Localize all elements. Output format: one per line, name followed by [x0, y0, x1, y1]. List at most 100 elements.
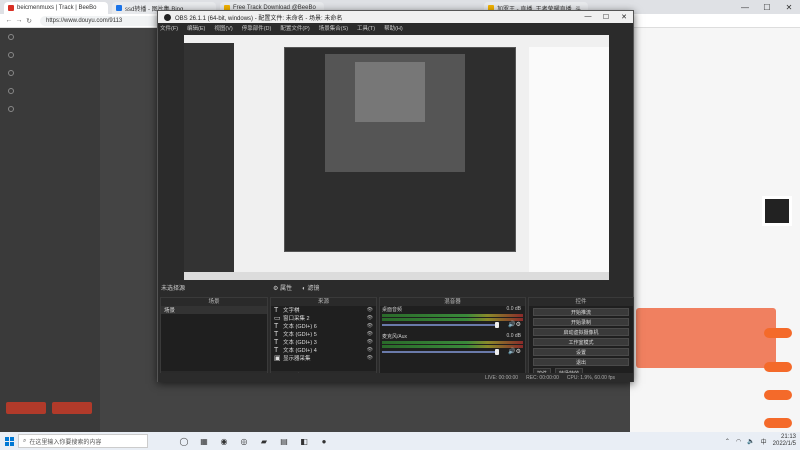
chat-action-button[interactable]	[764, 362, 792, 372]
close-icon[interactable]: ✕	[778, 0, 800, 14]
controls-panel: 控件 开始推流 开始录制 启动虚拟摄像机 工作室模式 设置 退出 控件 转场特效	[528, 297, 634, 382]
filters-button[interactable]: ◐ 滤镜	[302, 283, 319, 292]
reload-icon[interactable]: ↻	[24, 17, 34, 25]
minimize-icon[interactable]: —	[734, 0, 756, 14]
visibility-icon[interactable]: 👁	[367, 347, 373, 353]
tab-label: beicmenmuxs | Track | BeeBo	[17, 5, 97, 11]
store-icon[interactable]: ▤	[278, 435, 290, 447]
rec-status: REC: 00:00:00	[526, 374, 559, 381]
douyu-sidebar	[0, 28, 100, 432]
mixer-header: 混音器	[380, 298, 525, 306]
speaker-icon[interactable]: 🔊⚙	[508, 348, 521, 355]
menu-view[interactable]: 视图(V)	[214, 24, 232, 32]
source-item[interactable]: T 文本 (GDI+) 5 👁	[271, 330, 376, 339]
windows-logo-icon	[4, 436, 14, 446]
taskbar-clock[interactable]: 21:13 2022/1/5	[773, 434, 796, 448]
obs-preview[interactable]	[184, 35, 609, 280]
properties-button[interactable]: ⚙ 属性	[273, 283, 292, 292]
ime-icon[interactable]: 中	[761, 437, 767, 446]
menu-edit[interactable]: 编辑(E)	[187, 24, 205, 32]
start-button[interactable]	[0, 432, 18, 450]
chat-action-button[interactable]	[764, 418, 792, 428]
obs-window-controls: — ☐ ✕	[579, 13, 633, 21]
taskbar-search-input[interactable]: ⌕ 在这里输入你要搜索的内容	[18, 434, 148, 448]
source-item[interactable]: T 文本 (GDI+) 6 👁	[271, 322, 376, 331]
source-item[interactable]: T 文字棋 👁	[271, 306, 376, 315]
sidebar-item[interactable]	[0, 64, 100, 82]
audio-level-meter	[382, 318, 523, 321]
monitor-source-icon: ▣	[274, 355, 281, 362]
menu-profile[interactable]: 配置文件(P)	[280, 24, 309, 32]
chat-action-button[interactable]	[764, 328, 792, 338]
speaker-icon[interactable]: 🔊⚙	[508, 321, 521, 328]
clock-date: 2022/1/5	[772, 441, 796, 447]
visibility-icon[interactable]: 👁	[367, 315, 373, 321]
visibility-icon[interactable]: 👁	[367, 323, 373, 329]
source-item[interactable]: T 文本 (GDI+) 4 👁	[271, 346, 376, 355]
preview-nested-preview-inner	[355, 62, 425, 122]
tray-chevron-icon[interactable]: ⌃	[725, 438, 730, 445]
source-item[interactable]: ▣ 显示器采集 👁	[271, 354, 376, 362]
menu-help[interactable]: 帮助(H)	[384, 24, 403, 32]
scenes-panel: 场景 场景 + − ⌃ ⌄	[160, 297, 268, 382]
volume-icon[interactable]: 🔈	[747, 438, 754, 445]
obs-titlebar: OBS 26.1.1 (64-bit, windows) - 配置文件: 未命名…	[158, 11, 633, 23]
folder-icon[interactable]: ▰	[258, 435, 270, 447]
browser-tab[interactable]: beicmenmuxs | Track | BeeBo	[4, 2, 108, 14]
obs-title: OBS 26.1.1 (64-bit, windows) - 配置文件: 未命名…	[175, 15, 343, 22]
audio-level-meter	[382, 314, 523, 317]
minimize-icon[interactable]: —	[579, 13, 597, 21]
search-icon: ⌕	[23, 437, 27, 444]
start-recording-button[interactable]: 开始录制	[533, 318, 629, 326]
menu-file[interactable]: 文件(F)	[160, 24, 178, 32]
nav-dot-icon	[8, 70, 14, 76]
apps-icon[interactable]: ▦	[198, 435, 210, 447]
maximize-icon[interactable]: ☐	[756, 0, 778, 14]
gift-panel[interactable]	[636, 308, 776, 368]
source-item[interactable]: T 文本 (GDI+) 3 👁	[271, 338, 376, 347]
sidebar-item[interactable]	[0, 46, 100, 64]
menu-docks[interactable]: 停靠部件(D)	[242, 24, 272, 32]
audio-level-meter	[382, 341, 523, 344]
controls-header: 控件	[529, 298, 633, 306]
exit-button[interactable]: 退出	[533, 358, 629, 366]
task-view-icon[interactable]: ◯	[178, 435, 190, 447]
chat-action-button[interactable]	[764, 390, 792, 400]
sidebar-red-button[interactable]	[52, 402, 92, 414]
app-icon[interactable]: ◧	[298, 435, 310, 447]
windows-taskbar: ⌕ 在这里输入你要搜索的内容 ◯ ▦ ◉ ◎ ▰ ▤ ◧ ● ⌃ ◠ 🔈 中 2…	[0, 432, 800, 450]
preview-taskbar	[184, 272, 609, 280]
maximize-icon[interactable]: ☐	[597, 13, 615, 21]
nav-dot-icon	[8, 34, 14, 40]
window-source-icon: ▭	[274, 315, 281, 322]
sidebar-item[interactable]	[0, 82, 100, 100]
visibility-icon[interactable]: 👁	[367, 307, 373, 313]
network-icon[interactable]: ◠	[736, 438, 741, 445]
cpu-status: CPU: 1.9%, 60.00 fps	[566, 374, 615, 381]
settings-button[interactable]: 设置	[533, 348, 629, 356]
forward-icon[interactable]: →	[14, 17, 24, 24]
menu-scene-collection[interactable]: 场景集合(S)	[319, 24, 348, 32]
visibility-icon[interactable]: 👁	[367, 331, 373, 337]
chrome-icon[interactable]: ◎	[238, 435, 250, 447]
start-streaming-button[interactable]: 开始推流	[533, 308, 629, 316]
volume-knob[interactable]	[495, 322, 499, 328]
tab-favicon-icon	[116, 5, 122, 11]
volume-knob[interactable]	[495, 349, 499, 355]
visibility-icon[interactable]: 👁	[367, 339, 373, 345]
scene-item[interactable]: 场景	[161, 306, 267, 314]
volume-slider[interactable]: 🔊⚙	[382, 321, 523, 328]
sidebar-item[interactable]	[0, 28, 100, 46]
close-icon[interactable]: ✕	[615, 13, 633, 21]
sidebar-red-button[interactable]	[6, 402, 46, 414]
menu-tools[interactable]: 工具(T)	[357, 24, 375, 32]
visibility-icon[interactable]: 👁	[367, 355, 373, 361]
edge-icon[interactable]: ◉	[218, 435, 230, 447]
sidebar-item[interactable]	[0, 100, 100, 118]
virtual-camera-button[interactable]: 启动虚拟摄像机	[533, 328, 629, 336]
volume-slider[interactable]: 🔊⚙	[382, 348, 523, 355]
source-item[interactable]: ▭ 窗口采集 2 👁	[271, 314, 376, 322]
studio-mode-button[interactable]: 工作室模式	[533, 338, 629, 346]
back-icon[interactable]: ←	[4, 17, 14, 24]
obs-taskbar-icon[interactable]: ●	[318, 435, 330, 447]
